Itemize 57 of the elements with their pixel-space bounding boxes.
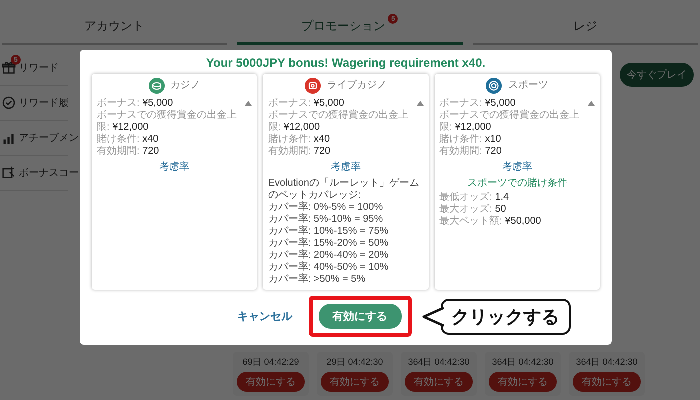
- section-heading: スポーツでの賭け条件: [466, 178, 568, 190]
- coverage-text: Evolutionの「ルーレット」ゲームのベットカバレッジ:: [268, 178, 420, 202]
- activate-button[interactable]: 有効にする: [321, 372, 389, 392]
- detail-text: 有効期間: 720: [268, 146, 332, 158]
- coupon-icon: [2, 166, 16, 180]
- detail-text: 賭け条件: x40: [97, 134, 160, 146]
- collapse-caret-icon[interactable]: [588, 101, 595, 106]
- activate-button[interactable]: 有効にする: [237, 372, 305, 392]
- sidebar-item[interactable]: ボーナスコー: [19, 166, 79, 180]
- countdown-text: 29日 04:42:30: [326, 356, 384, 369]
- rate-link[interactable]: 考慮率: [97, 162, 252, 174]
- detail-text: 最低オッズ: 1.4: [440, 192, 510, 204]
- countdown-text: 364日 04:42:30: [576, 356, 638, 369]
- coverage-text: カバー率: 20%-40% = 20%: [268, 250, 390, 262]
- play-now-button[interactable]: 今すぐプレイ: [620, 63, 694, 87]
- bubble-tail-icon: [422, 304, 444, 328]
- sidebar-item[interactable]: リワード: [19, 61, 59, 75]
- card-title: ライブカジノ: [326, 80, 387, 92]
- tab[interactable]: レジ: [472, 8, 698, 45]
- dealer-icon: [304, 78, 321, 94]
- activate-button[interactable]: 有効にする: [318, 304, 402, 329]
- detail-text: 最大ベット額: ¥50,000: [440, 216, 542, 228]
- detail-text: 賭け条件: x10: [440, 134, 502, 146]
- coverage-text: カバー率: >50% = 5%: [268, 274, 367, 286]
- detail-text: 有効期間: 720: [97, 146, 160, 158]
- ball-icon: [486, 78, 502, 94]
- detail-text: ボーナス: ¥5,000: [268, 98, 346, 110]
- countdown-text: 69日 04:42:29: [242, 356, 300, 369]
- detail-text: 賭け条件: x40: [268, 134, 332, 146]
- clock-icon: [2, 96, 16, 110]
- rate-link[interactable]: 考慮率: [440, 162, 595, 174]
- collapse-caret-icon[interactable]: [245, 101, 252, 106]
- dialog-title: Your 5000JPY bonus! Wagering requirement x40.: [205, 56, 487, 70]
- rate-link[interactable]: 考慮率: [268, 162, 424, 174]
- countdown-text: 364日 04:42:30: [408, 356, 470, 369]
- detail-text: ボーナス: ¥5,000: [440, 98, 517, 110]
- activate-button[interactable]: 有効にする: [405, 372, 473, 392]
- activate-button[interactable]: 有効にする: [489, 372, 557, 392]
- collapse-caret-icon[interactable]: [416, 101, 424, 106]
- cancel-button[interactable]: キャンセル: [232, 308, 298, 325]
- card-title: スポーツ: [508, 80, 548, 92]
- activate-button[interactable]: 有効にする: [573, 372, 641, 392]
- coverage-text: カバー率: 0%-5% = 100%: [268, 202, 384, 214]
- card-title: カジノ: [170, 80, 201, 92]
- tab[interactable]: アカウント: [2, 8, 228, 45]
- detail-text: 最大オッズ: 50: [440, 204, 508, 216]
- coverage-text: カバー率: 10%-15% = 75%: [268, 226, 390, 238]
- countdown-text: 364日 04:42:30: [492, 356, 554, 369]
- detail-text: ボーナス: ¥5,000: [97, 98, 174, 110]
- detail-text: 有効期間: 720: [440, 146, 503, 158]
- coverage-text: カバー率: 15%-20% = 50%: [268, 238, 390, 250]
- sidebar-item[interactable]: アチーブメン: [19, 131, 79, 145]
- gift-icon: [2, 61, 16, 75]
- sidebar-item[interactable]: リワード履: [19, 96, 69, 110]
- chips-icon: [148, 78, 165, 94]
- coverage-text: カバー率: 5%-10% = 95%: [268, 214, 384, 226]
- coverage-text: カバー率: 40%-50% = 10%: [268, 262, 390, 274]
